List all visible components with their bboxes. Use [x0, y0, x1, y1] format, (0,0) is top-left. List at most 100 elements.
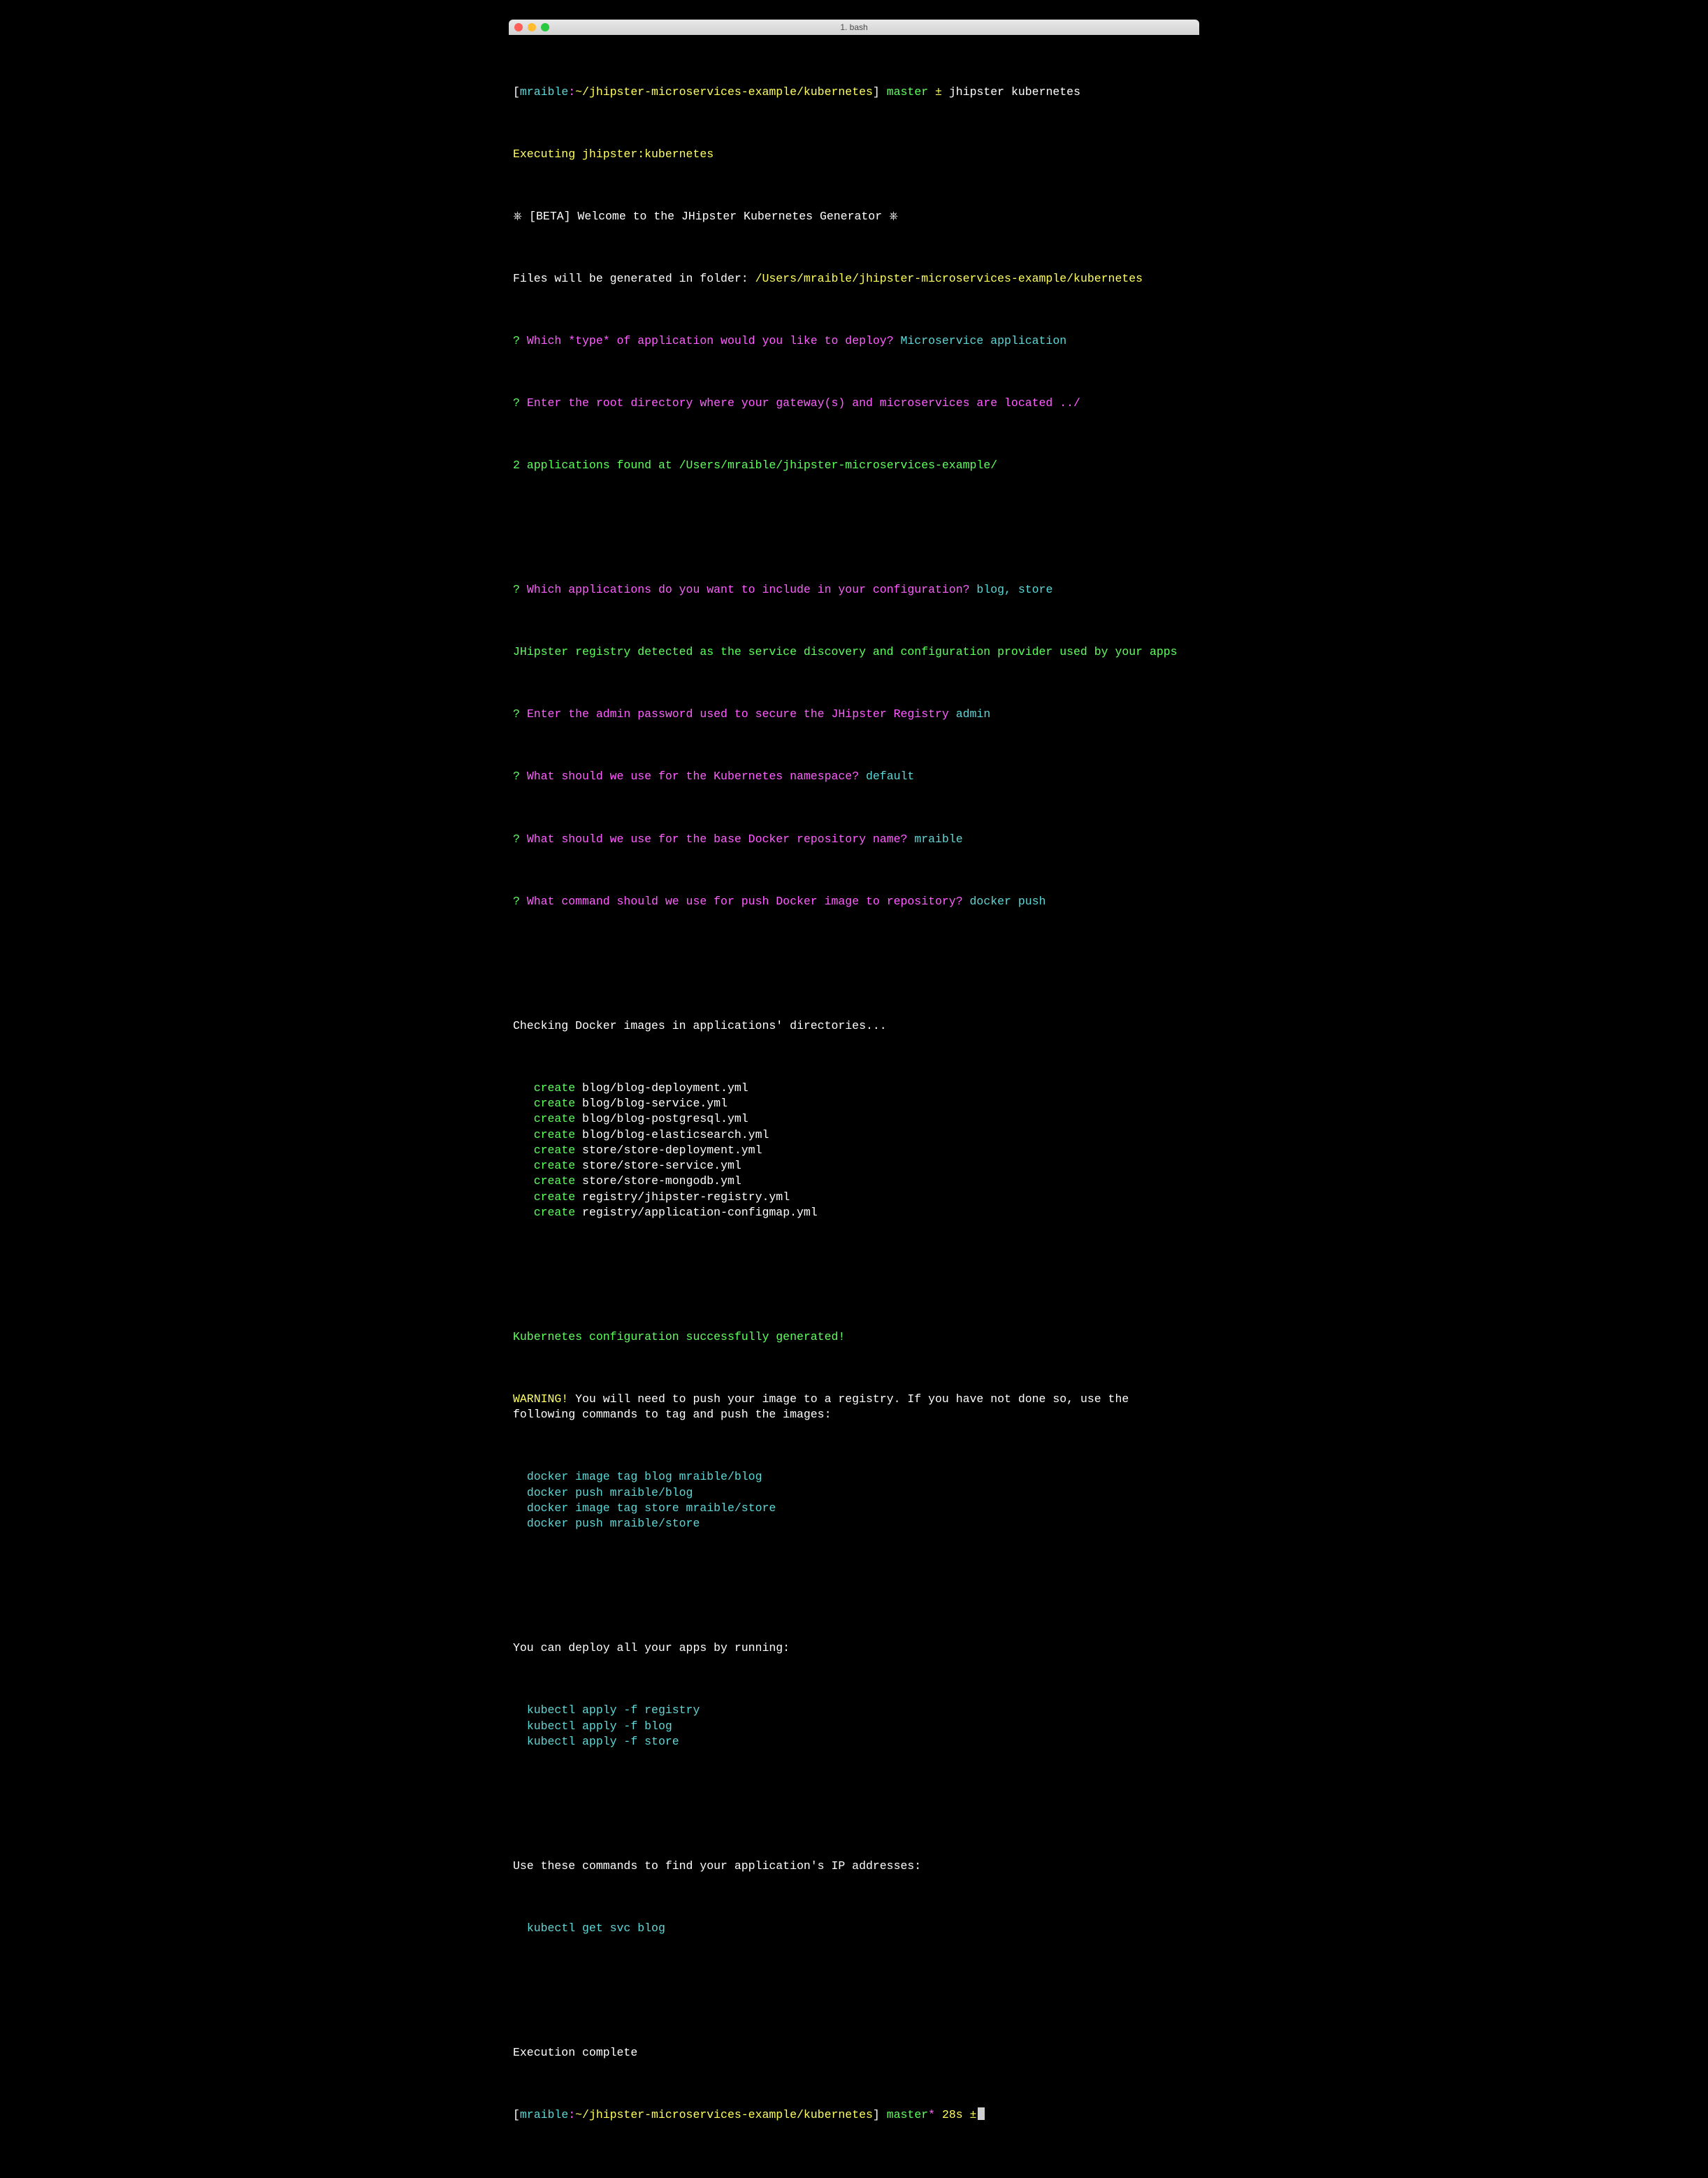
prompt-line-2: [mraible:~/jhipster-microservices-exampl…	[513, 2107, 1195, 2123]
apps-found-line: 2 applications found at /Users/mraible/j…	[513, 458, 1195, 473]
create-label: create	[534, 1112, 575, 1125]
create-file-line: create registry/jhipster-registry.yml	[513, 1190, 1195, 1205]
question-text: Enter the admin password used to secure …	[527, 707, 956, 721]
kubectl-command: kubectl apply -f registry	[527, 1703, 700, 1717]
warning-text: You will need to push your image to a re…	[513, 1392, 1136, 1421]
question-marker-icon: ?	[513, 770, 527, 783]
docker-command-line: docker image tag blog mraible/blog	[513, 1469, 1195, 1485]
question-namespace: ? What should we use for the Kubernetes …	[513, 769, 1195, 784]
apps-found-count: 2	[513, 459, 520, 472]
docker-command: docker push mraible/store	[527, 1517, 700, 1530]
docker-command-line: docker image tag store mraible/store	[513, 1501, 1195, 1516]
terminal-window: 1. bash [mraible:~/jhipster-microservice…	[509, 20, 1199, 2178]
prompt-time: 28s	[935, 2108, 963, 2121]
registry-detected-line: JHipster registry detected as the servic…	[513, 644, 1195, 660]
question-marker-icon: ?	[513, 583, 527, 596]
create-file-line: create blog/blog-elasticsearch.yml	[513, 1127, 1195, 1143]
create-label: create	[534, 1159, 575, 1172]
kubectl-command-line: kubectl apply -f registry	[513, 1703, 1195, 1718]
question-text: What should we use for the Kubernetes na…	[527, 770, 866, 783]
create-filename: store/store-deployment.yml	[582, 1144, 762, 1157]
create-file-line: create registry/application-configmap.ym…	[513, 1205, 1195, 1220]
create-label: create	[534, 1190, 575, 1204]
kubectl-command: kubectl apply -f blog	[527, 1719, 672, 1733]
blank-line	[513, 520, 1195, 535]
create-label: create	[534, 1174, 575, 1188]
blank-line	[513, 1983, 1195, 1998]
prompt-pm: ±	[928, 85, 949, 99]
question-marker-icon: ?	[513, 334, 527, 347]
branch-dirty-marker: *	[928, 2108, 935, 2121]
files-folder-line: Files will be generated in folder: /User…	[513, 271, 1195, 287]
question-answer: Microservice application	[901, 334, 1067, 347]
question-admin-password: ? Enter the admin password used to secur…	[513, 707, 1195, 722]
prompt-cwd: ~/jhipster-microservices-example/kuberne…	[575, 2108, 873, 2121]
question-include-apps: ? Which applications do you want to incl…	[513, 582, 1195, 598]
prompt-colon: :	[568, 85, 575, 99]
docker-command-line: docker push mraible/blog	[513, 1485, 1195, 1501]
warning-label: WARNING!	[513, 1392, 568, 1406]
create-filename: blog/blog-postgresql.yml	[582, 1112, 748, 1125]
blank-line	[513, 1796, 1195, 1812]
deploy-header-line: You can deploy all your apps by running:	[513, 1640, 1195, 1656]
question-answer: admin	[956, 707, 991, 721]
ip-header-line: Use these commands to find your applicat…	[513, 1859, 1195, 1874]
blank-line	[513, 956, 1195, 972]
prompt-branch: master	[887, 85, 928, 99]
bracket-open: [	[513, 85, 520, 99]
bracket-close: ]	[873, 85, 887, 99]
execution-complete-line: Execution complete	[513, 2045, 1195, 2061]
question-text: Which *type* of application would you li…	[527, 334, 901, 347]
executing-line: Executing jhipster:kubernetes	[513, 147, 1195, 162]
bracket-close: ]	[873, 2108, 887, 2121]
create-file-line: create store/store-deployment.yml	[513, 1143, 1195, 1158]
question-text: What should we use for the base Docker r…	[527, 832, 915, 846]
kubectl-svc-command-line: kubectl get svc blog	[513, 1921, 1195, 1936]
question-marker-icon: ?	[513, 396, 527, 410]
blank-line	[513, 1267, 1195, 1283]
create-label: create	[534, 1081, 575, 1095]
question-app-type: ? Which *type* of application would you …	[513, 333, 1195, 349]
prompt-cwd: ~/jhipster-microservices-example/kuberne…	[575, 85, 873, 99]
create-label: create	[534, 1206, 575, 1219]
create-filename: store/store-mongodb.yml	[582, 1174, 741, 1188]
prompt-line-1: [mraible:~/jhipster-microservices-exampl…	[513, 85, 1195, 100]
create-filename: blog/blog-elasticsearch.yml	[582, 1128, 769, 1141]
docker-command: docker image tag store mraible/store	[527, 1501, 776, 1515]
kubectl-svc-command: kubectl get svc blog	[527, 1921, 665, 1935]
create-filename: blog/blog-service.yml	[582, 1097, 728, 1110]
apps-found-text: applications found at /Users/mraible/jhi…	[520, 459, 997, 472]
prompt-branch: master	[887, 2108, 928, 2121]
question-push-cmd: ? What command should we use for push Do…	[513, 894, 1195, 909]
question-text: What command should we use for push Dock…	[527, 895, 970, 908]
kubectl-command: kubectl apply -f store	[527, 1735, 679, 1748]
window-title: 1. bash	[509, 22, 1199, 33]
question-text: Enter the root directory where your gate…	[527, 396, 1080, 410]
bracket-open: [	[513, 2108, 520, 2121]
create-filename: registry/application-configmap.yml	[582, 1206, 818, 1219]
create-file-line: create blog/blog-postgresql.yml	[513, 1111, 1195, 1127]
kubectl-command-line: kubectl apply -f store	[513, 1734, 1195, 1750]
files-path: /Users/mraible/jhipster-microservices-ex…	[755, 272, 1143, 285]
prompt-user: mraible	[520, 85, 568, 99]
terminal-content[interactable]: [mraible:~/jhipster-microservices-exampl…	[509, 35, 1199, 2178]
question-answer: mraible	[914, 832, 962, 846]
question-answer: default	[866, 770, 914, 783]
create-file-line: create blog/blog-service.yml	[513, 1096, 1195, 1111]
blank-line	[513, 1578, 1195, 1594]
cursor-block	[978, 2107, 985, 2120]
beta-welcome-text: [BETA] Welcome to the JHipster Kubernete…	[529, 210, 898, 223]
docker-command: docker image tag blog mraible/blog	[527, 1470, 762, 1483]
prompt-user: mraible	[520, 2108, 568, 2121]
question-marker-icon: ?	[513, 895, 527, 908]
create-file-line: create store/store-mongodb.yml	[513, 1174, 1195, 1189]
docker-command: docker push mraible/blog	[527, 1486, 693, 1499]
beta-welcome-line: ⎈ [BETA] Welcome to the JHipster Kuberne…	[513, 209, 1195, 224]
question-marker-icon: ?	[513, 707, 527, 721]
docker-command-line: docker push mraible/store	[513, 1516, 1195, 1531]
create-label: create	[534, 1128, 575, 1141]
prompt-pm: ±	[963, 2108, 977, 2121]
create-filename: registry/jhipster-registry.yml	[582, 1190, 790, 1204]
window-titlebar: 1. bash	[509, 20, 1199, 35]
question-root-dir: ? Enter the root directory where your ga…	[513, 396, 1195, 411]
